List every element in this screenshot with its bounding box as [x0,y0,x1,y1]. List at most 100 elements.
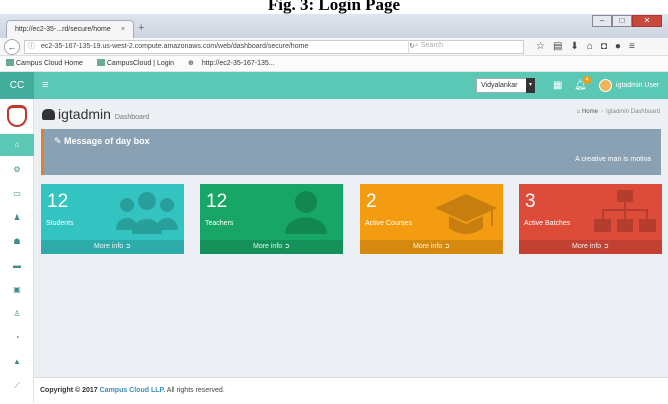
sidebar-item-chat-icon[interactable]: ◔ [0,327,34,349]
sidebar-logo [7,105,27,127]
bookmark-item[interactable]: ⊕ http://ec2-35-167-135... [188,60,281,67]
search-placeholder: Search [420,42,444,49]
home-icon[interactable]: ⌂ [587,40,593,54]
breadcrumb-current: Igtadmin Dashboard [605,109,660,115]
breadcrumb: ⌂ Home › Igtadmin Dashboard [577,109,660,115]
more-info-label: More info [252,243,283,250]
addon-icon[interactable]: ● [615,40,621,54]
window-controls: – □ ✕ [592,15,662,27]
info-icon[interactable]: ⓘ [28,41,35,53]
stat-card-students: 12 Students More info ➲ [41,184,184,254]
megaphone-icon: ✎ [54,136,65,146]
sidebar-item-lock-icon[interactable]: ▲ [0,351,34,373]
stat-label: Students [46,220,74,227]
message-text: A creative man is motiva [575,156,651,163]
globe-icon: ⊕ [188,60,196,67]
browser-navbar: ← ⓘ ec2-35-167-135-19.us-west-2.compute.a… [0,38,668,56]
pocket-icon[interactable]: ◘ [601,40,607,54]
user-icon [285,191,327,234]
bookmark-item[interactable]: Campus Cloud Home [6,59,89,67]
institute-select[interactable]: Vidyalankar ▾ [476,78,536,93]
reading-list-icon[interactable]: ▤ [553,40,562,54]
bookmark-label: CampusCloud | Login [106,60,175,67]
address-url: ec2-35-167-135-19.us-west-2.compute.amaz… [41,43,309,50]
bookmark-star-icon[interactable]: ☆ [536,40,545,54]
sidebar-item-list-icon[interactable]: ▬ [0,255,34,277]
figure-caption: Fig. 3: Login Page [0,0,668,14]
more-info-link[interactable]: More info ➲ [360,240,503,254]
arrow-circle-right-icon: ➲ [603,243,609,250]
sidebar-item-user-icon[interactable]: ♙ [0,303,34,325]
stat-label: Active Courses [365,220,413,227]
tab-close-icon[interactable]: × [121,21,125,38]
browser-tab[interactable]: http://ec2-35-...rd/secure/home × [6,20,134,38]
stat-value: 2 [366,191,377,212]
more-info-link[interactable]: More info ➲ [519,240,662,254]
breadcrumb-home[interactable]: Home [582,109,598,115]
breadcrumb-separator: › [600,109,603,115]
close-window-button[interactable]: ✕ [632,15,662,27]
stat-value: 12 [206,191,228,212]
bookmark-icon [96,59,105,66]
bookmark-label: http://ec2-35-167-135... [201,60,275,67]
more-info-label: More info [93,243,124,250]
page-title: igtadmin Dashboard [42,104,149,128]
more-info-link[interactable]: More info ➲ [41,240,184,254]
user-name[interactable]: igtadmin User [616,72,659,99]
stat-card-active-batches: 3 Active Batches More info ➲ [519,184,662,254]
sidebar-item-settings-icon[interactable]: ⚙ [0,159,34,181]
sidebar-item-group-icon[interactable]: ☗ [0,231,34,253]
bookmark-icon [6,59,14,66]
sidebar-item-chart-icon[interactable]: ⟋ [0,375,34,397]
tab-title: http://ec2-35-...rd/secure/home [15,26,111,33]
message-heading: ✎ Message of day box [54,136,150,147]
message-heading-text: Message of day box [64,136,150,146]
apps-grid-icon[interactable]: ▦ [553,72,562,99]
more-info-label: More info [571,243,602,250]
sidebar-item-home-icon[interactable]: ⌂ [0,134,34,156]
sidebar-item-calendar-icon[interactable]: ▭ [0,183,34,205]
stat-value: 3 [525,191,536,212]
minimize-button[interactable]: – [592,15,612,27]
sitemap-icon [594,190,656,232]
bookmarks-bar: Campus Cloud Home CampusCloud | Login ⊕ … [0,56,668,72]
app-brand-logo[interactable]: CC [0,72,34,99]
download-icon[interactable]: ⬇ [570,40,578,54]
back-arrow-icon[interactable]: ← [4,39,20,55]
bookmark-item[interactable]: CampusCloud | Login [96,59,180,67]
page-title-text: igtadmin [58,106,111,122]
message-of-day-box: ✎ Message of day box A creative man is m… [41,129,661,175]
arrow-circle-right-icon: ➲ [444,243,450,250]
sidebar: ⌂ ⚙ ▭ ♟ ☗ ▬ ▣ ♙ ◔ ▲ ⟋ [0,99,34,403]
arrow-circle-right-icon: ➲ [125,243,131,250]
main-content: igtadmin Dashboard ⌂ Home › Igtadmin Dashbo… [34,99,668,377]
browser-toolbar-icons: ☆ ▤ ⬇ ⌂ ◘ ● ≡ [536,40,635,54]
copyright-text: Copyright © 2017 [40,387,98,394]
users-icon [116,192,178,234]
footer: Copyright © 2017 Campus Cloud LLP. All r… [34,377,668,403]
arrow-circle-right-icon: ➲ [284,243,290,250]
stat-card-active-courses: 2 Active Courses More info ➲ [360,184,503,254]
menu-icon[interactable]: ≡ [629,40,635,54]
browser-search-input[interactable]: ⌕ Search [408,40,524,54]
company-link[interactable]: Campus Cloud LLP. [100,387,166,394]
rights-text: All rights reserved. [166,387,225,394]
sidebar-toggle-icon[interactable]: ≡ [42,72,48,99]
page-subtitle: Dashboard [114,114,150,121]
stat-card-teachers: 12 Teachers More info ➲ [200,184,343,254]
dashboard-icon [42,109,55,120]
sidebar-item-card-icon[interactable]: ▣ [0,279,34,301]
notification-badge: 4 [583,76,591,84]
graduation-cap-icon [435,194,497,234]
stat-value: 12 [47,191,69,212]
sidebar-item-add-user-icon[interactable]: ♟ [0,207,34,229]
more-info-link[interactable]: More info ➲ [200,240,343,254]
bookmark-label: Campus Cloud Home [16,60,83,67]
stat-label: Active Batches [524,220,571,227]
more-info-label: More info [412,243,443,250]
maximize-button[interactable]: □ [612,15,632,27]
avatar[interactable] [599,79,612,92]
institute-select-value: Vidyalankar [481,82,518,89]
stat-label: Teachers [205,220,234,227]
new-tab-button[interactable]: + [138,20,144,37]
